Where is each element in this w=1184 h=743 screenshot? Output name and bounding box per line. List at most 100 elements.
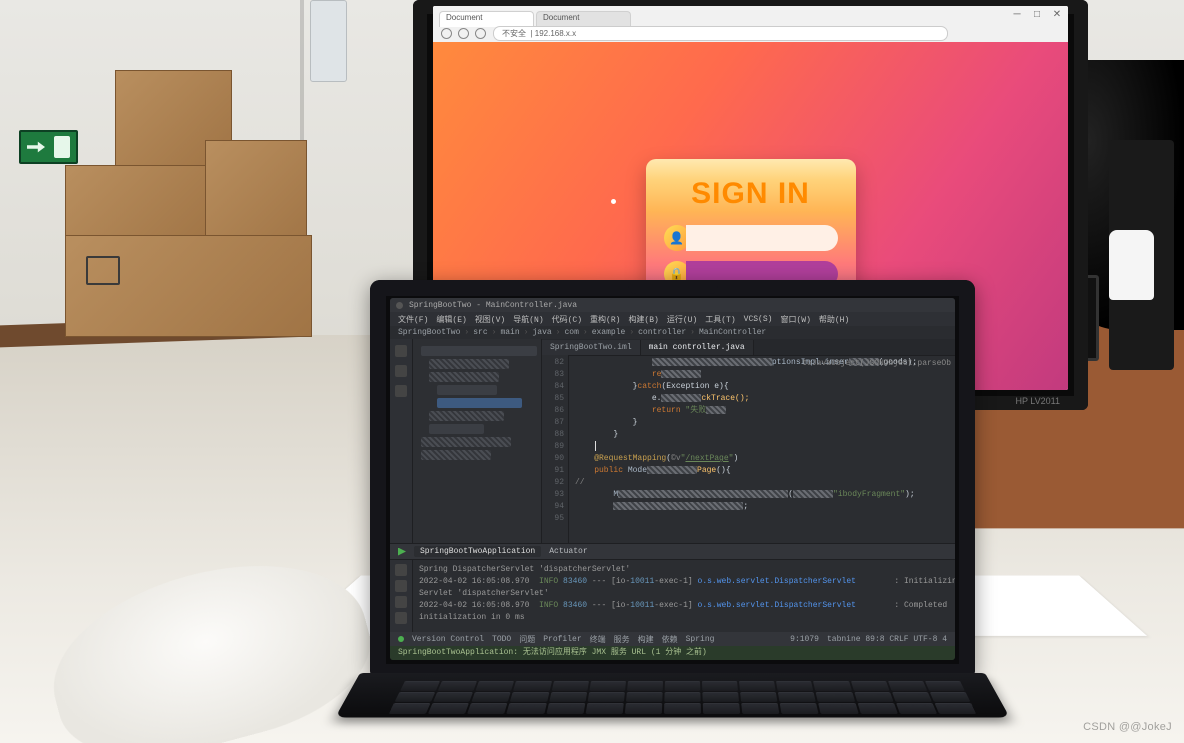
maximize-icon[interactable]: □ bbox=[1032, 10, 1042, 20]
crumb[interactable]: src bbox=[473, 328, 487, 337]
key[interactable] bbox=[934, 703, 976, 714]
key[interactable] bbox=[589, 681, 626, 691]
key[interactable] bbox=[400, 681, 440, 691]
menu-item[interactable]: 代码(C) bbox=[552, 314, 582, 325]
status-item[interactable]: 构建 bbox=[638, 634, 654, 645]
menu-item[interactable]: 文件(F) bbox=[398, 314, 428, 325]
key[interactable] bbox=[507, 703, 547, 714]
username-field[interactable]: 👤 bbox=[664, 225, 838, 251]
forward-icon[interactable] bbox=[458, 28, 469, 39]
tree-node[interactable] bbox=[429, 372, 499, 382]
key[interactable] bbox=[476, 681, 515, 691]
down-icon[interactable] bbox=[395, 596, 407, 608]
status-item[interactable]: 9:1079 bbox=[790, 635, 819, 644]
menu-item[interactable]: 视图(V) bbox=[475, 314, 505, 325]
key[interactable] bbox=[472, 692, 511, 702]
close-icon[interactable]: ✕ bbox=[1052, 10, 1062, 20]
key[interactable] bbox=[851, 681, 890, 691]
key[interactable] bbox=[514, 681, 552, 691]
key[interactable] bbox=[395, 692, 436, 702]
menu-item[interactable]: 窗口(W) bbox=[780, 314, 810, 325]
key[interactable] bbox=[510, 692, 549, 702]
git-status-icon[interactable] bbox=[398, 636, 404, 642]
key[interactable] bbox=[896, 703, 937, 714]
menu-item[interactable]: 编辑(E) bbox=[436, 314, 466, 325]
editor-tab-active[interactable]: main controller.java bbox=[641, 340, 754, 355]
run-secondary[interactable]: Actuator bbox=[549, 547, 587, 556]
key[interactable] bbox=[702, 692, 739, 702]
menu-item[interactable]: 导航(N) bbox=[513, 314, 543, 325]
crumb[interactable]: main bbox=[500, 328, 519, 337]
key[interactable] bbox=[626, 692, 663, 702]
key[interactable] bbox=[776, 681, 813, 691]
tool-icon[interactable] bbox=[395, 385, 407, 397]
key[interactable] bbox=[549, 692, 587, 702]
key[interactable] bbox=[813, 681, 851, 691]
tree-node[interactable] bbox=[429, 411, 504, 421]
crumb[interactable]: MainController bbox=[699, 328, 766, 337]
tree-node-selected[interactable] bbox=[437, 398, 522, 408]
tool-icon[interactable] bbox=[395, 345, 407, 357]
key[interactable] bbox=[819, 703, 859, 714]
wrap-icon[interactable] bbox=[395, 612, 407, 624]
console-output[interactable]: Spring DispatcherServlet 'dispatcherServ… bbox=[413, 560, 955, 632]
key[interactable] bbox=[740, 692, 777, 702]
key[interactable] bbox=[703, 703, 741, 714]
crumb[interactable]: java bbox=[532, 328, 551, 337]
status-item[interactable]: tabnine 89:8 CRLF UTF-8 4 bbox=[827, 635, 947, 644]
menu-item[interactable]: 帮助(H) bbox=[819, 314, 849, 325]
key[interactable] bbox=[816, 692, 855, 702]
tree-node[interactable] bbox=[429, 359, 509, 369]
tree-node[interactable] bbox=[437, 385, 497, 395]
tree-node[interactable] bbox=[421, 450, 491, 460]
key[interactable] bbox=[739, 681, 776, 691]
browser-tab[interactable]: Document bbox=[536, 11, 631, 27]
tree-node[interactable] bbox=[429, 424, 484, 434]
key[interactable] bbox=[438, 681, 477, 691]
run-config[interactable]: SpringBootTwoApplication bbox=[414, 546, 541, 557]
menu-item[interactable]: 构建(B) bbox=[628, 314, 658, 325]
back-icon[interactable] bbox=[441, 28, 452, 39]
key[interactable] bbox=[702, 681, 738, 691]
editor-tab[interactable]: SpringBootTwo.iml bbox=[542, 340, 641, 355]
key[interactable] bbox=[433, 692, 473, 702]
minimize-icon[interactable]: ─ bbox=[1012, 10, 1022, 20]
project-tree[interactable] bbox=[413, 339, 542, 545]
reload-icon[interactable] bbox=[475, 28, 486, 39]
code-editor[interactable]: @ResponseBody SpringBootTwo.iml main con… bbox=[542, 339, 955, 545]
key[interactable] bbox=[664, 692, 700, 702]
status-item[interactable]: TODO bbox=[492, 635, 511, 644]
key[interactable] bbox=[892, 692, 932, 702]
tool-icon[interactable] bbox=[395, 365, 407, 377]
key[interactable] bbox=[665, 681, 701, 691]
key[interactable] bbox=[925, 681, 965, 691]
status-item[interactable]: 终端 bbox=[590, 634, 606, 645]
tree-node[interactable] bbox=[421, 437, 511, 447]
crumb[interactable]: SpringBootTwo bbox=[398, 328, 460, 337]
status-item[interactable]: 服务 bbox=[614, 634, 630, 645]
status-item[interactable]: Profiler bbox=[543, 635, 581, 644]
key[interactable] bbox=[854, 692, 893, 702]
key[interactable] bbox=[389, 703, 431, 714]
key[interactable] bbox=[551, 681, 588, 691]
menu-item[interactable]: 工具(T) bbox=[705, 314, 735, 325]
status-item[interactable]: Version Control bbox=[412, 635, 484, 644]
key[interactable] bbox=[627, 681, 663, 691]
key[interactable] bbox=[857, 703, 897, 714]
username-input[interactable] bbox=[686, 225, 838, 251]
menu-item[interactable]: VCS(S) bbox=[744, 315, 773, 324]
status-item[interactable]: 问题 bbox=[519, 634, 535, 645]
key[interactable] bbox=[888, 681, 927, 691]
menu-item[interactable]: 重构(R) bbox=[590, 314, 620, 325]
address-bar[interactable]: 不安全 | 192.168.x.x bbox=[493, 26, 948, 41]
key[interactable] bbox=[780, 703, 819, 714]
key[interactable] bbox=[625, 703, 663, 714]
status-item[interactable]: 依赖 bbox=[662, 634, 678, 645]
menu-item[interactable]: 运行(U) bbox=[667, 314, 697, 325]
key[interactable] bbox=[585, 703, 623, 714]
keyboard[interactable] bbox=[389, 681, 976, 714]
code-content[interactable]: ptionsImpl.inser(goods); re }catch(Excep… bbox=[569, 355, 955, 545]
stop-icon[interactable] bbox=[395, 580, 407, 592]
key[interactable] bbox=[741, 703, 779, 714]
rerun-icon[interactable] bbox=[395, 564, 407, 576]
